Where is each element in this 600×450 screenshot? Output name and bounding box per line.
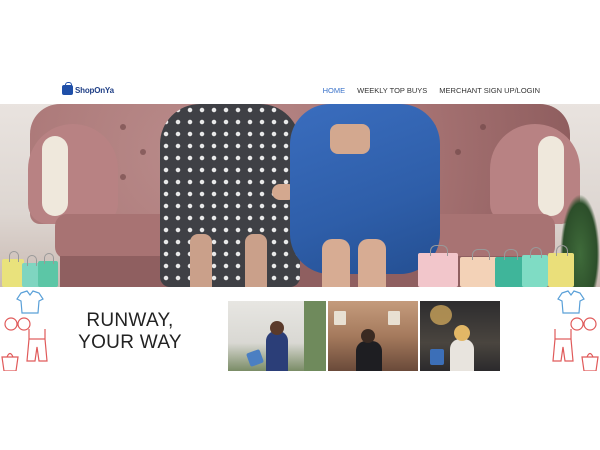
- sofa-arm-inner-left: [42, 136, 68, 216]
- brand-name: ShopOnYa: [75, 85, 114, 95]
- leg: [322, 239, 350, 287]
- person: [356, 341, 382, 371]
- person: [266, 331, 288, 371]
- bag-sketch-icon: [581, 352, 599, 371]
- headline-line-2: YOUR WAY: [78, 332, 182, 353]
- shopping-bag-icon: [62, 82, 73, 95]
- shopping-bag-icon: [522, 247, 548, 287]
- promo-gallery: [228, 301, 510, 371]
- nav-weekly-top-buys[interactable]: WEEKLY TOP BUYS: [357, 86, 427, 95]
- tuft: [120, 174, 126, 180]
- leg: [245, 234, 267, 287]
- hero-banner: [0, 104, 600, 287]
- shopping-bag-icon: [548, 245, 574, 287]
- promo-headline: RUNWAY, YOUR WAY: [70, 310, 190, 354]
- gallery-photo-3[interactable]: [420, 301, 500, 371]
- person-head: [454, 325, 470, 341]
- shirt-sketch-icon: [557, 290, 585, 314]
- gallery-photo-1[interactable]: [228, 301, 326, 371]
- window: [334, 311, 346, 325]
- tuft: [455, 149, 461, 155]
- main-nav: HOME WEEKLY TOP BUYS MERCHANT SIGN UP/LO…: [323, 86, 540, 95]
- person-head: [270, 321, 284, 335]
- nav-home[interactable]: HOME: [323, 86, 346, 95]
- tuft: [120, 124, 126, 130]
- person-head: [361, 329, 375, 343]
- shirt-sketch-icon: [16, 290, 44, 314]
- person: [450, 339, 474, 371]
- tuft: [140, 149, 146, 155]
- shopping-bag-icon: [460, 249, 500, 287]
- overalls-sketch-icon: [26, 329, 48, 362]
- bag-sketch-icon: [1, 352, 19, 371]
- tuft: [480, 124, 486, 130]
- hands: [330, 124, 370, 154]
- window: [388, 311, 400, 325]
- shopping-bag-icon: [430, 349, 444, 365]
- page: ShopOnYa HOME WEEKLY TOP BUYS MERCHANT S…: [0, 0, 600, 450]
- shopping-bag-icon: [2, 251, 24, 287]
- gallery-photo-2[interactable]: [328, 301, 418, 371]
- trees: [304, 301, 326, 371]
- brand-logo[interactable]: ShopOnYa: [62, 82, 114, 95]
- shopping-bag-icon: [495, 249, 525, 287]
- lights: [430, 305, 452, 325]
- leg: [358, 239, 386, 287]
- promo-section: RUNWAY, YOUR WAY: [0, 287, 600, 371]
- shopping-bag-icon: [38, 253, 58, 287]
- leg: [190, 234, 212, 287]
- headline-line-1: RUNWAY,: [86, 310, 174, 331]
- nav-merchant-signup-login[interactable]: MERCHANT SIGN UP/LOGIN: [439, 86, 540, 95]
- page-blank-area: [0, 371, 600, 450]
- shopping-bag-icon: [246, 349, 264, 367]
- site-header: ShopOnYa HOME WEEKLY TOP BUYS MERCHANT S…: [0, 78, 600, 104]
- overalls-sketch-icon: [552, 329, 574, 362]
- shopping-bag-icon: [418, 245, 458, 287]
